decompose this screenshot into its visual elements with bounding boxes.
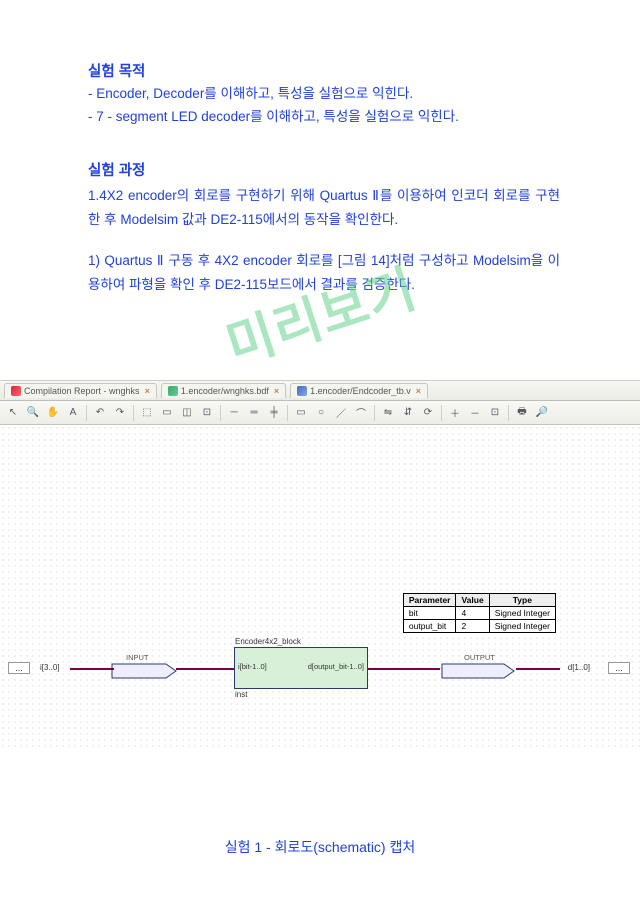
tab-verilog-file[interactable]: 1.encoder/Endcoder_tb.v × (290, 383, 428, 398)
tab-label: 1.encoder/Endcoder_tb.v (310, 386, 411, 396)
param-cell: bit (403, 607, 456, 620)
wire[interactable] (516, 668, 560, 670)
tool-zoom-icon[interactable]: 🔍 (24, 404, 42, 422)
quartus-window: Compilation Report - wnghks × 1.encoder/… (0, 380, 640, 750)
figure-caption: 실험 1 - 회로도(schematic) 캡처 (0, 837, 640, 857)
tool-zoom-out-icon[interactable]: － (466, 404, 484, 422)
tool-bus-icon[interactable]: ⊡ (198, 404, 216, 422)
tool-print-icon[interactable]: 🖶 (513, 404, 531, 422)
tool-symbol-icon[interactable]: ⬚ (138, 404, 156, 422)
tool-text-icon[interactable]: A (64, 404, 82, 422)
param-cell: Signed Integer (489, 607, 555, 620)
output-pin-symbol[interactable] (440, 661, 530, 681)
encoder-block[interactable]: Encoder4x2_block i[bit-1..0] d[output_bi… (234, 647, 368, 689)
process-heading: 실험 과정 (88, 159, 560, 180)
tool-flip-v-icon[interactable]: ⇵ (399, 404, 417, 422)
editor-tabbar: Compilation Report - wnghks × 1.encoder/… (0, 381, 640, 401)
more-right-icon[interactable]: ... (608, 662, 630, 674)
tool-block-icon[interactable]: ▭ (158, 404, 176, 422)
output-port-label: d[1..0] (568, 663, 590, 672)
param-cell: 4 (456, 607, 489, 620)
tab-label: 1.encoder/wnghks.bdf (181, 386, 269, 396)
tab-bdf-file[interactable]: 1.encoder/wnghks.bdf × (161, 383, 286, 398)
editor-toolbar: ↖ 🔍 ✋ A ↶ ↷ ⬚ ▭ ◫ ⊡ ─ ═ ╪ ▭ ○ ／ ⌒ ⇋ ⇵ ⟳ … (0, 401, 640, 425)
close-icon[interactable]: × (274, 386, 279, 396)
output-pin-caption: OUTPUT (464, 653, 495, 662)
tool-zoom-in-icon[interactable]: ＋ (446, 404, 464, 422)
tool-wire-icon[interactable]: ─ (225, 404, 243, 422)
param-cell: 2 (456, 620, 489, 633)
input-pin-caption: INPUT (126, 653, 149, 662)
toolbar-separator (441, 405, 442, 421)
tab-compilation-report[interactable]: Compilation Report - wnghks × (4, 383, 157, 398)
param-header-type: Type (489, 594, 555, 607)
toolbar-separator (86, 405, 87, 421)
toolbar-separator (133, 405, 134, 421)
toolbar-separator (374, 405, 375, 421)
block-input-label: i[bit-1..0] (238, 662, 267, 671)
param-cell: Signed Integer (489, 620, 555, 633)
process-paragraph-1: 1.4X2 encoder의 회로를 구현하기 위해 Quartus Ⅱ를 이용… (88, 184, 560, 231)
table-row: bit 4 Signed Integer (403, 607, 555, 620)
table-row: output_bit 2 Signed Integer (403, 620, 555, 633)
tool-undo-icon[interactable]: ↶ (91, 404, 109, 422)
tool-arc-icon[interactable]: ⌒ (352, 404, 370, 422)
toolbar-separator (287, 405, 288, 421)
tool-rotate-icon[interactable]: ⟳ (419, 404, 437, 422)
schematic-canvas[interactable]: Parameter Value Type bit 4 Signed Intege… (0, 425, 640, 751)
tool-pointer-icon[interactable]: ↖ (4, 404, 22, 422)
tool-conduit-icon[interactable]: ╪ (265, 404, 283, 422)
parameter-table: Parameter Value Type bit 4 Signed Intege… (403, 593, 556, 633)
tool-hand-icon[interactable]: ✋ (44, 404, 62, 422)
wire[interactable] (368, 668, 440, 670)
toolbar-separator (220, 405, 221, 421)
quartus-icon (11, 386, 21, 396)
block-instance-label: inst (235, 690, 247, 699)
param-header-name: Parameter (403, 594, 456, 607)
more-left-icon[interactable]: ... (8, 662, 30, 674)
objective-bullet-2: - 7 - segment LED decoder를 이해하고, 특성을 실험으… (88, 106, 560, 129)
toolbar-separator (508, 405, 509, 421)
tab-label: Compilation Report - wnghks (24, 386, 140, 396)
process-paragraph-2: 1) Quartus Ⅱ 구동 후 4X2 encoder 회로를 [그림 14… (88, 249, 560, 296)
tool-zoom-fit-icon[interactable]: ⊡ (486, 404, 504, 422)
tool-find-icon[interactable]: 🔎 (533, 404, 551, 422)
tool-busline-icon[interactable]: ═ (245, 404, 263, 422)
close-icon[interactable]: × (416, 386, 421, 396)
block-output-label: d[output_bit-1..0] (308, 662, 364, 671)
close-icon[interactable]: × (145, 386, 150, 396)
input-port-label: i[3..0] (40, 663, 60, 672)
wire[interactable] (70, 668, 114, 670)
param-header-value: Value (456, 594, 489, 607)
input-pin-symbol[interactable] (110, 661, 190, 681)
verilog-icon (297, 386, 307, 396)
wire[interactable] (176, 668, 234, 670)
tool-pin-icon[interactable]: ◫ (178, 404, 196, 422)
tool-flip-h-icon[interactable]: ⇋ (379, 404, 397, 422)
bdf-icon (168, 386, 178, 396)
objective-heading: 실험 목적 (88, 60, 560, 81)
tool-redo-icon[interactable]: ↷ (111, 404, 129, 422)
block-title: Encoder4x2_block (235, 637, 301, 646)
tool-line-icon[interactable]: ／ (332, 404, 350, 422)
param-cell: output_bit (403, 620, 456, 633)
tool-rect-icon[interactable]: ▭ (292, 404, 310, 422)
objective-bullet-1: - Encoder, Decoder를 이해하고, 특성을 실험으로 익힌다. (88, 83, 560, 106)
tool-oval-icon[interactable]: ○ (312, 404, 330, 422)
